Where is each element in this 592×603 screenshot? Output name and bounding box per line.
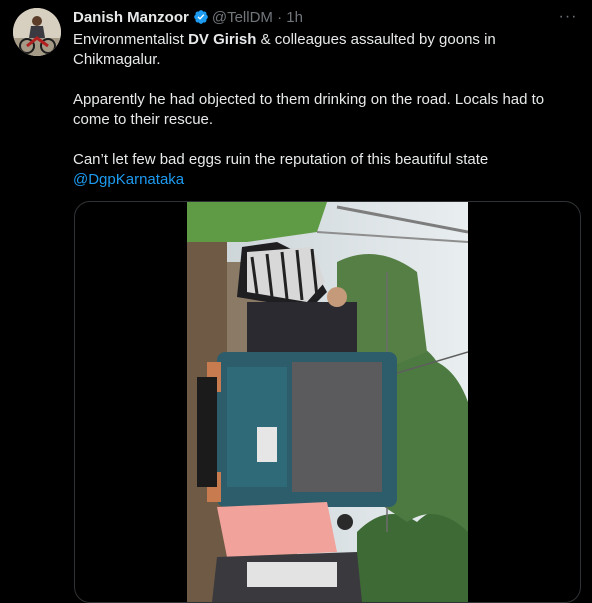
author-handle[interactable]: @TellDM [212, 9, 273, 26]
tweet-text-segment: Environmentalist [73, 31, 189, 48]
tweet-paragraph-2: Apparently he had objected to them drink… [73, 91, 545, 128]
tweet-header: Danish Manzoor @TellDM · 1h [73, 8, 578, 28]
more-options-icon[interactable]: ··· [558, 9, 578, 25]
author-name[interactable]: Danish Manzoor [73, 9, 189, 26]
tweet-timestamp[interactable]: 1h [286, 9, 303, 26]
tweet-bold-name: DV Girish [188, 31, 257, 48]
mention-link[interactable]: @DgpKarnataka [73, 171, 184, 188]
verified-badge-icon [193, 9, 209, 25]
tweet-card[interactable]: Danish Manzoor @TellDM · 1h ··· Environme… [0, 0, 592, 603]
author-avatar[interactable] [13, 8, 61, 56]
tweet-paragraph-3: Can’t let few bad eggs ruin the reputati… [73, 150, 573, 190]
header-separator: · [277, 9, 283, 26]
tweet-media-video[interactable] [74, 201, 581, 603]
avatar-image [13, 8, 61, 56]
video-frame [187, 202, 468, 602]
video-thumbnail-image [187, 202, 468, 602]
tweet-paragraph-1: Environmentalist DV Girish & colleagues … [73, 30, 573, 70]
tweet-text-segment: Can’t let few bad eggs ruin the reputati… [73, 151, 489, 168]
tweet-text: Environmentalist DV Girish & colleagues … [73, 30, 573, 190]
